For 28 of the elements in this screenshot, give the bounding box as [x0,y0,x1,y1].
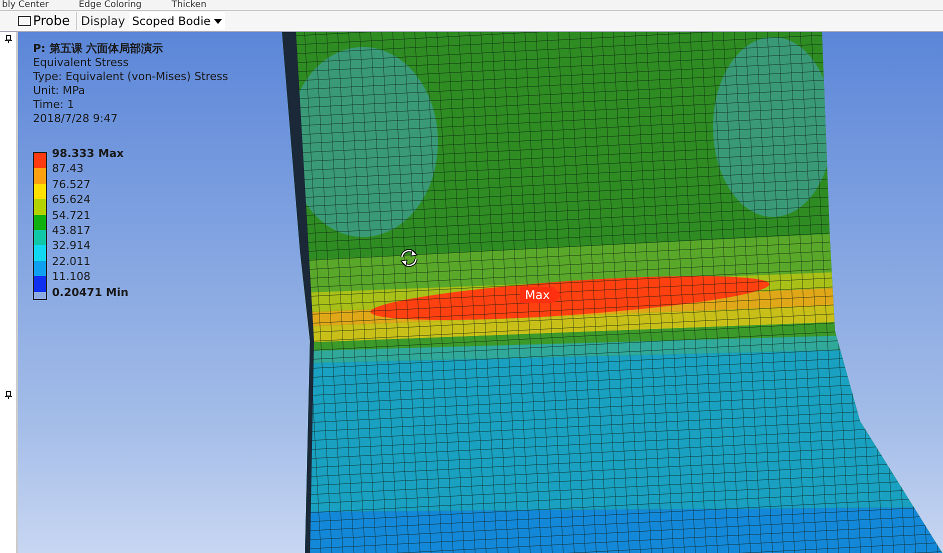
result-info-text: Equivalent Stress [33,56,130,70]
display-label: Display [80,14,126,28]
scale-value: 87.43 [52,161,84,177]
toolbar-item[interactable]: bly Center [2,0,49,10]
scale-value: 98.333 Max [52,146,125,162]
result-info-text: Time: 1 [33,98,76,112]
probe-icon [18,16,31,26]
result-title: P: 第五课 六面体局部演示 [33,42,164,56]
scale-value: 22.011 [52,254,92,270]
result-info-text: Unit: MPa [33,84,86,98]
scale-value: 65.624 [52,192,92,208]
result-info-text: Type: Equivalent (von-Mises) Stress [33,70,228,84]
scale-value: 43.817 [52,223,92,238]
caret-icon [214,18,222,24]
scale-value: 11.108 [52,269,92,285]
probe-button[interactable]: Probe [16,12,77,30]
scope-dropdown[interactable]: Scoped Bodie [129,12,225,30]
pin-icon[interactable] [4,35,12,43]
scale-value: 0.20471 Min [52,284,128,300]
scale-value: 76.527 [52,176,92,192]
max-marker: Max [520,287,562,303]
pin-icon[interactable] [4,391,12,399]
toolbar-item[interactable]: Edge Coloring [78,0,142,10]
scale-value: 32.914 [52,238,92,254]
rotate-cursor-icon [398,248,420,268]
result-info-text: 2018/7/28 9:47 [33,112,119,126]
toolbar-item[interactable]: Thicken [172,0,206,10]
scale-value: 54.721 [52,208,92,224]
